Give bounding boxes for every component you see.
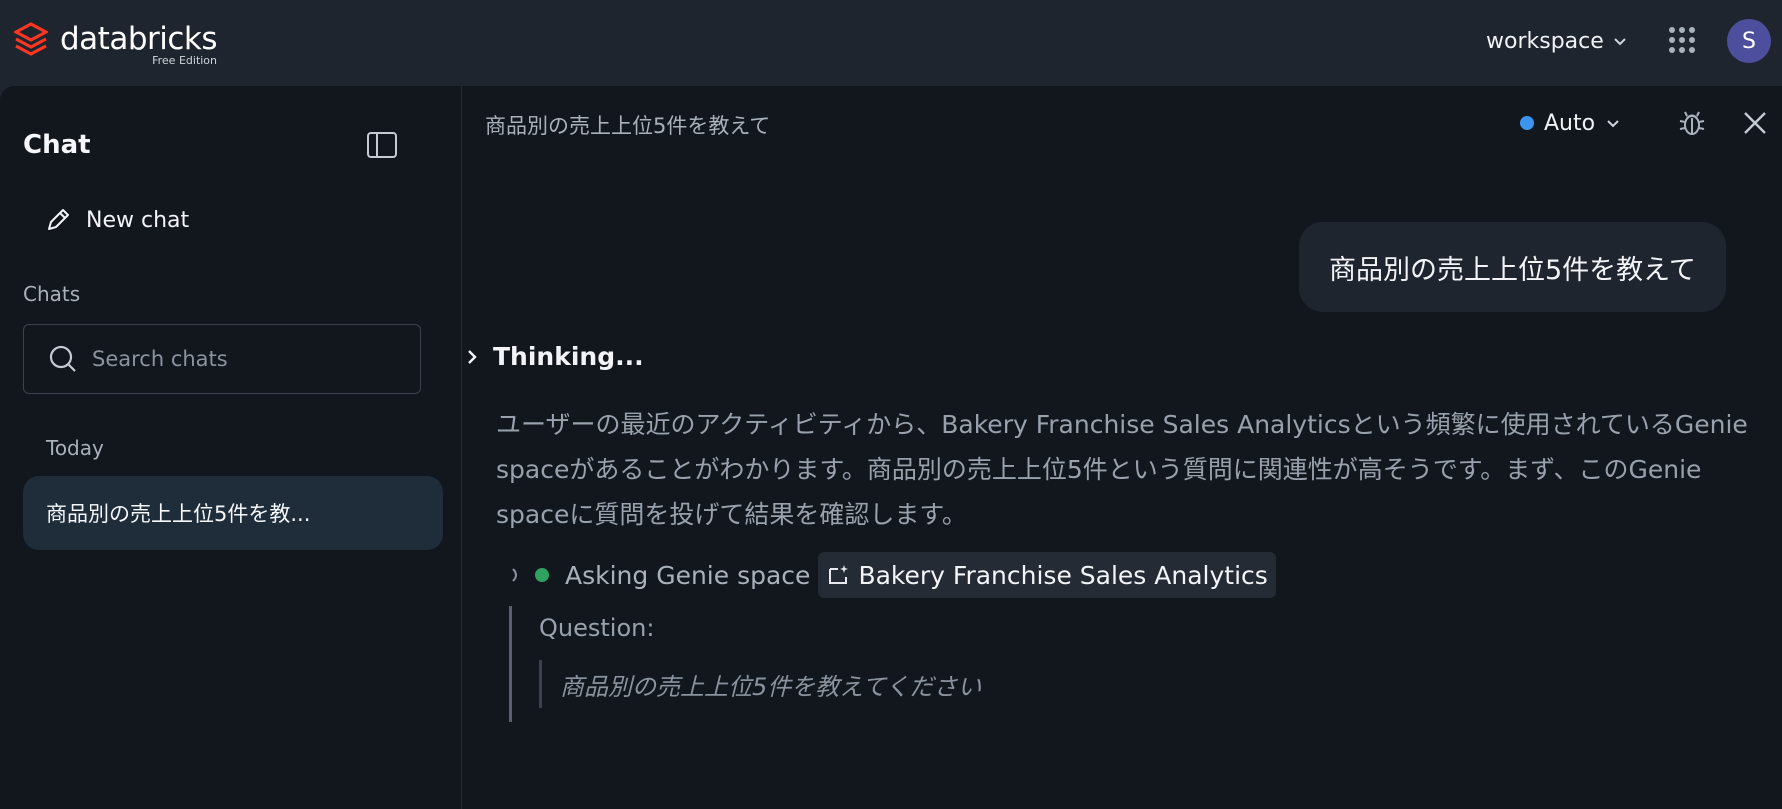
new-chat-button[interactable]: New chat bbox=[44, 200, 189, 240]
chevron-right-icon bbox=[468, 349, 477, 364]
chat-sidebar: Chat New chat Chats Today 商品別の売上上位5件を教..… bbox=[0, 86, 462, 809]
avatar[interactable]: S bbox=[1727, 19, 1771, 63]
sidebar-title: Chat bbox=[23, 130, 91, 160]
chevron-down-icon bbox=[1607, 120, 1619, 128]
chats-section-label: Chats bbox=[23, 282, 81, 306]
tool-call-detail: Question: 商品別の売上上位5件を教えてください bbox=[509, 606, 1109, 722]
workspace-label: workspace bbox=[1486, 28, 1604, 54]
databricks-logo[interactable]: databricks Free Edition bbox=[14, 21, 218, 67]
model-selector[interactable]: Auto bbox=[1520, 108, 1621, 138]
chat-history-item[interactable]: 商品別の売上上位5件を教... bbox=[23, 476, 443, 550]
status-dot bbox=[535, 568, 549, 582]
tool-action-label: Asking Genie space bbox=[565, 560, 811, 590]
genie-space-icon bbox=[829, 565, 849, 584]
databricks-logo-icon bbox=[14, 22, 48, 56]
question-quote: 商品別の売上上位5件を教えてください bbox=[539, 660, 981, 708]
apps-grid-icon[interactable] bbox=[1668, 26, 1696, 54]
spinner-icon bbox=[512, 568, 517, 582]
thinking-label: Thinking... bbox=[493, 342, 644, 371]
model-label: Auto bbox=[1544, 110, 1596, 136]
tool-call-row: Asking Genie space Bakery Franchise Sale… bbox=[509, 552, 1276, 598]
conversation-area: 商品別の売上上位5件を教えて Auto 商品別の売上上位5件を教えて Think… bbox=[463, 86, 1782, 809]
close-icon[interactable] bbox=[1742, 110, 1768, 136]
question-label: Question: bbox=[539, 614, 655, 642]
pencil-icon bbox=[48, 209, 69, 230]
sidebar-toggle-icon[interactable] bbox=[366, 131, 398, 159]
today-group-label: Today bbox=[46, 436, 104, 460]
top-bar: databricks Free Edition workspace S bbox=[0, 0, 1782, 86]
genie-space-link[interactable]: Bakery Franchise Sales Analytics bbox=[818, 552, 1276, 598]
workspace-switcher[interactable]: workspace bbox=[1486, 26, 1628, 56]
model-status-dot bbox=[1520, 116, 1534, 130]
brand-name: databricks bbox=[60, 21, 218, 57]
bug-icon[interactable] bbox=[1677, 108, 1707, 138]
conversation-title: 商品別の売上上位5件を教えて bbox=[485, 114, 771, 138]
new-chat-label: New chat bbox=[86, 207, 190, 233]
search-chats-field[interactable] bbox=[23, 324, 421, 394]
search-chats-input[interactable] bbox=[92, 347, 392, 371]
reasoning-text: ユーザーの最近のアクティビティから、Bakery Franchise Sales… bbox=[496, 410, 1748, 529]
user-message-bubble: 商品別の売上上位5件を教えて bbox=[1299, 222, 1726, 312]
main-panel: Chat New chat Chats Today 商品別の売上上位5件を教..… bbox=[0, 86, 1782, 809]
search-icon bbox=[49, 345, 76, 372]
chevron-down-icon bbox=[1614, 38, 1626, 46]
thinking-toggle[interactable]: Thinking... bbox=[465, 342, 644, 371]
genie-space-name: Bakery Franchise Sales Analytics bbox=[858, 560, 1268, 590]
